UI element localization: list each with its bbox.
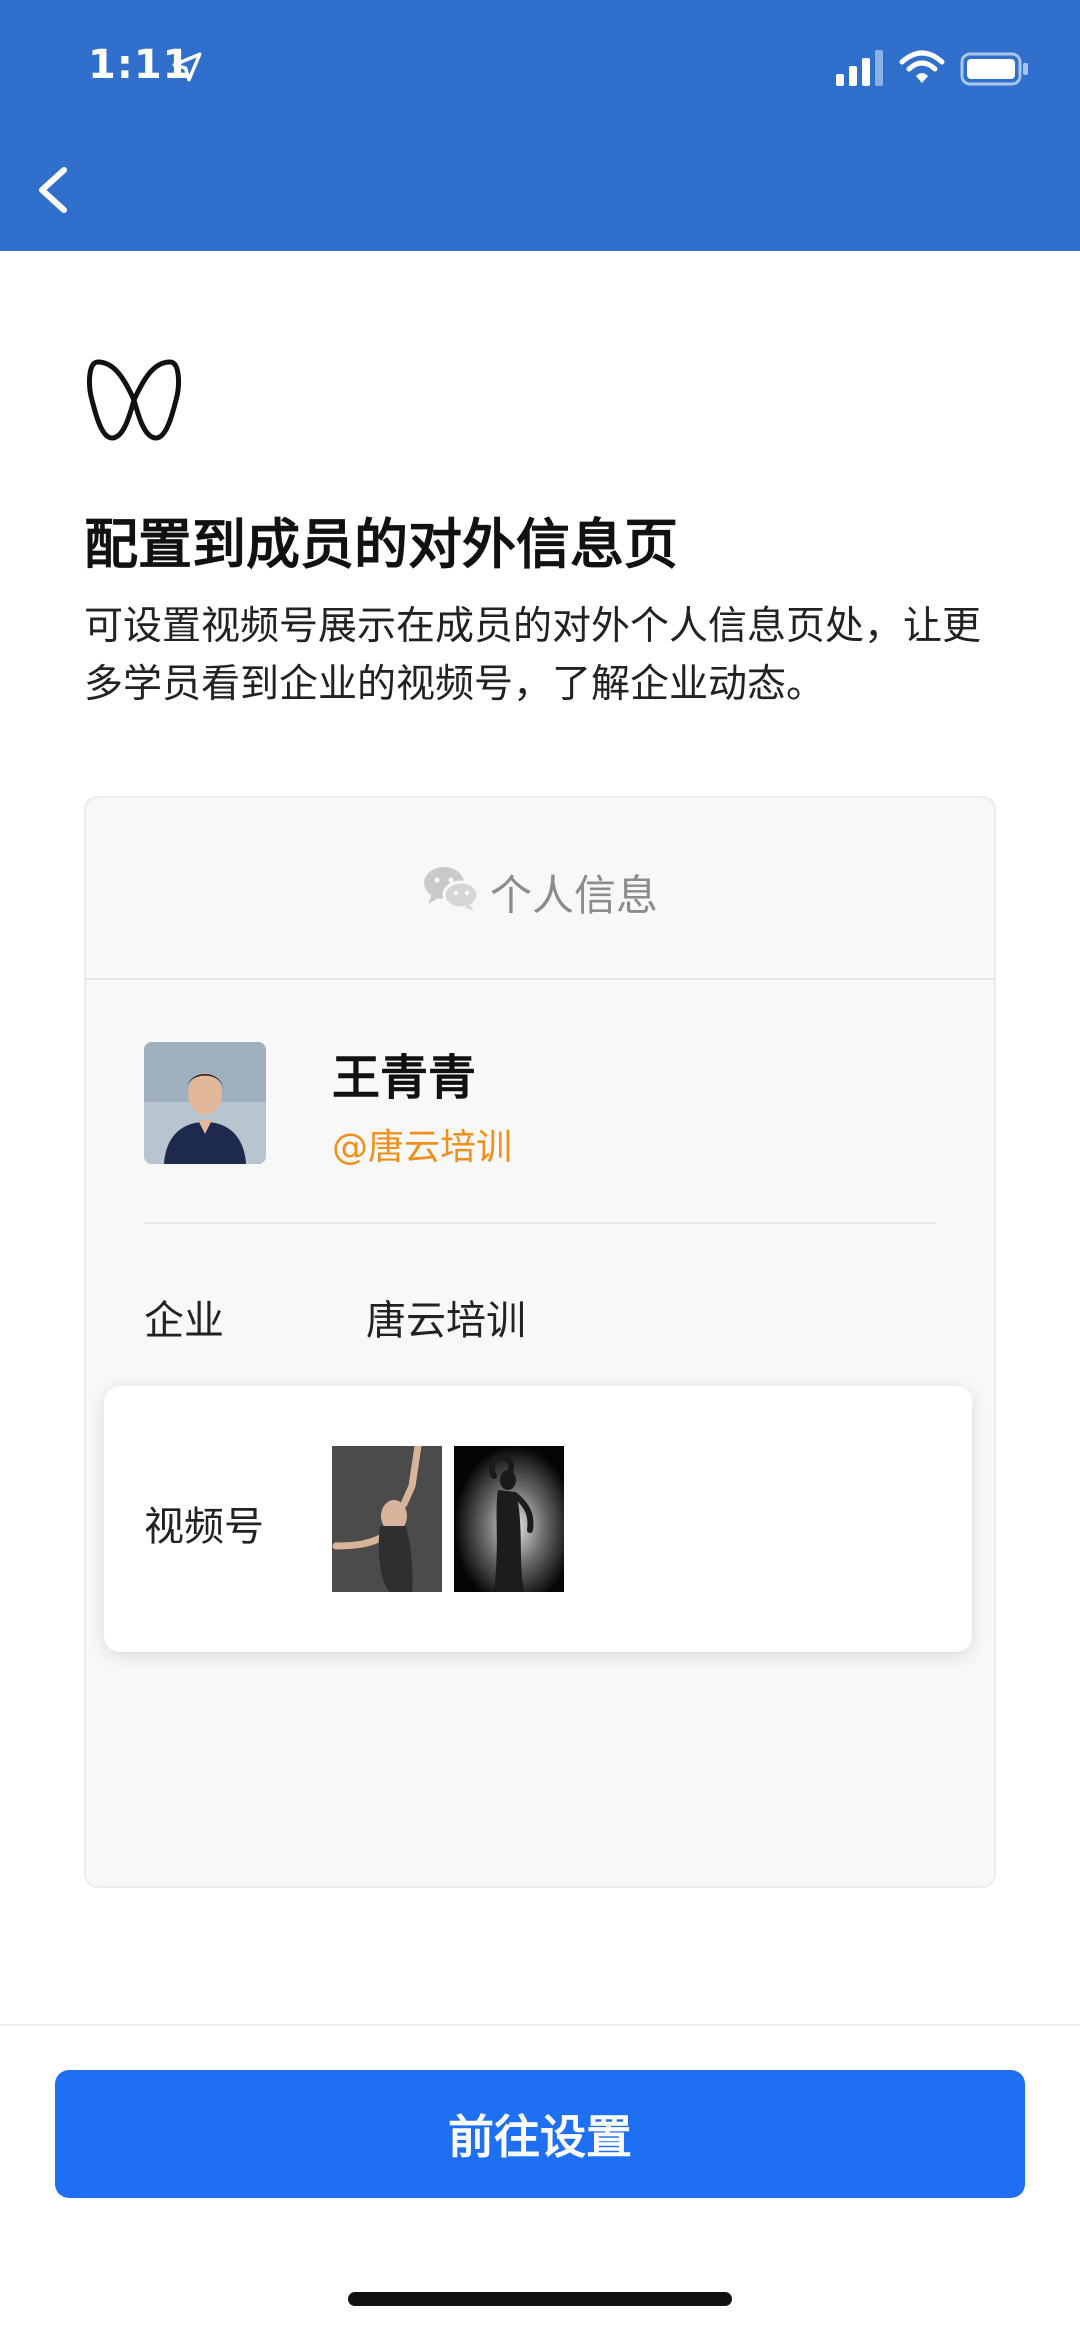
channels-label: 视频号 xyxy=(144,1504,264,1550)
channels-row[interactable]: 视频号 xyxy=(104,1386,972,1652)
home-indicator[interactable] xyxy=(348,2292,732,2306)
screen: 1:11 配置到成员的对外信息页 可设置视频号展示在成员的对外个人信息页处，让更… xyxy=(0,0,1080,2337)
divider xyxy=(144,1222,936,1224)
channels-logo-icon xyxy=(87,359,181,441)
footer-divider xyxy=(0,2024,1080,2026)
wechat-icon xyxy=(424,867,480,911)
back-button[interactable] xyxy=(26,160,82,220)
member-name: 王青青 xyxy=(332,1050,477,1106)
dancer-photo-dark xyxy=(454,1446,564,1592)
channel-video-thumbnail[interactable] xyxy=(454,1446,564,1592)
page-title: 配置到成员的对外信息页 xyxy=(84,513,678,576)
avatar xyxy=(144,1042,266,1164)
dancer-photo xyxy=(332,1446,442,1592)
preview-header: 个人信息 xyxy=(86,798,994,980)
member-company-tag: @唐云培训 xyxy=(332,1127,513,1168)
company-label: 企业 xyxy=(144,1298,224,1344)
location-arrow-icon xyxy=(172,52,202,82)
avatar-photo xyxy=(144,1042,266,1164)
profile-preview-card: 个人信息 王青青 @唐云培训 企业 唐云培训 xyxy=(84,796,996,1888)
page-description: 可设置视频号展示在成员的对外个人信息页处，让更多学员看到企业的视频号，了解企业动… xyxy=(84,604,982,707)
go-to-settings-button[interactable]: 前往设置 xyxy=(55,2070,1025,2198)
top-bar: 1:11 xyxy=(0,0,1080,251)
channel-video-thumbnail[interactable] xyxy=(332,1446,442,1592)
battery-icon xyxy=(960,52,1028,86)
preview-header-title: 个人信息 xyxy=(490,871,659,920)
company-value: 唐云培训 xyxy=(366,1298,526,1344)
wifi-icon xyxy=(899,50,945,83)
cellular-signal-icon xyxy=(836,50,883,86)
